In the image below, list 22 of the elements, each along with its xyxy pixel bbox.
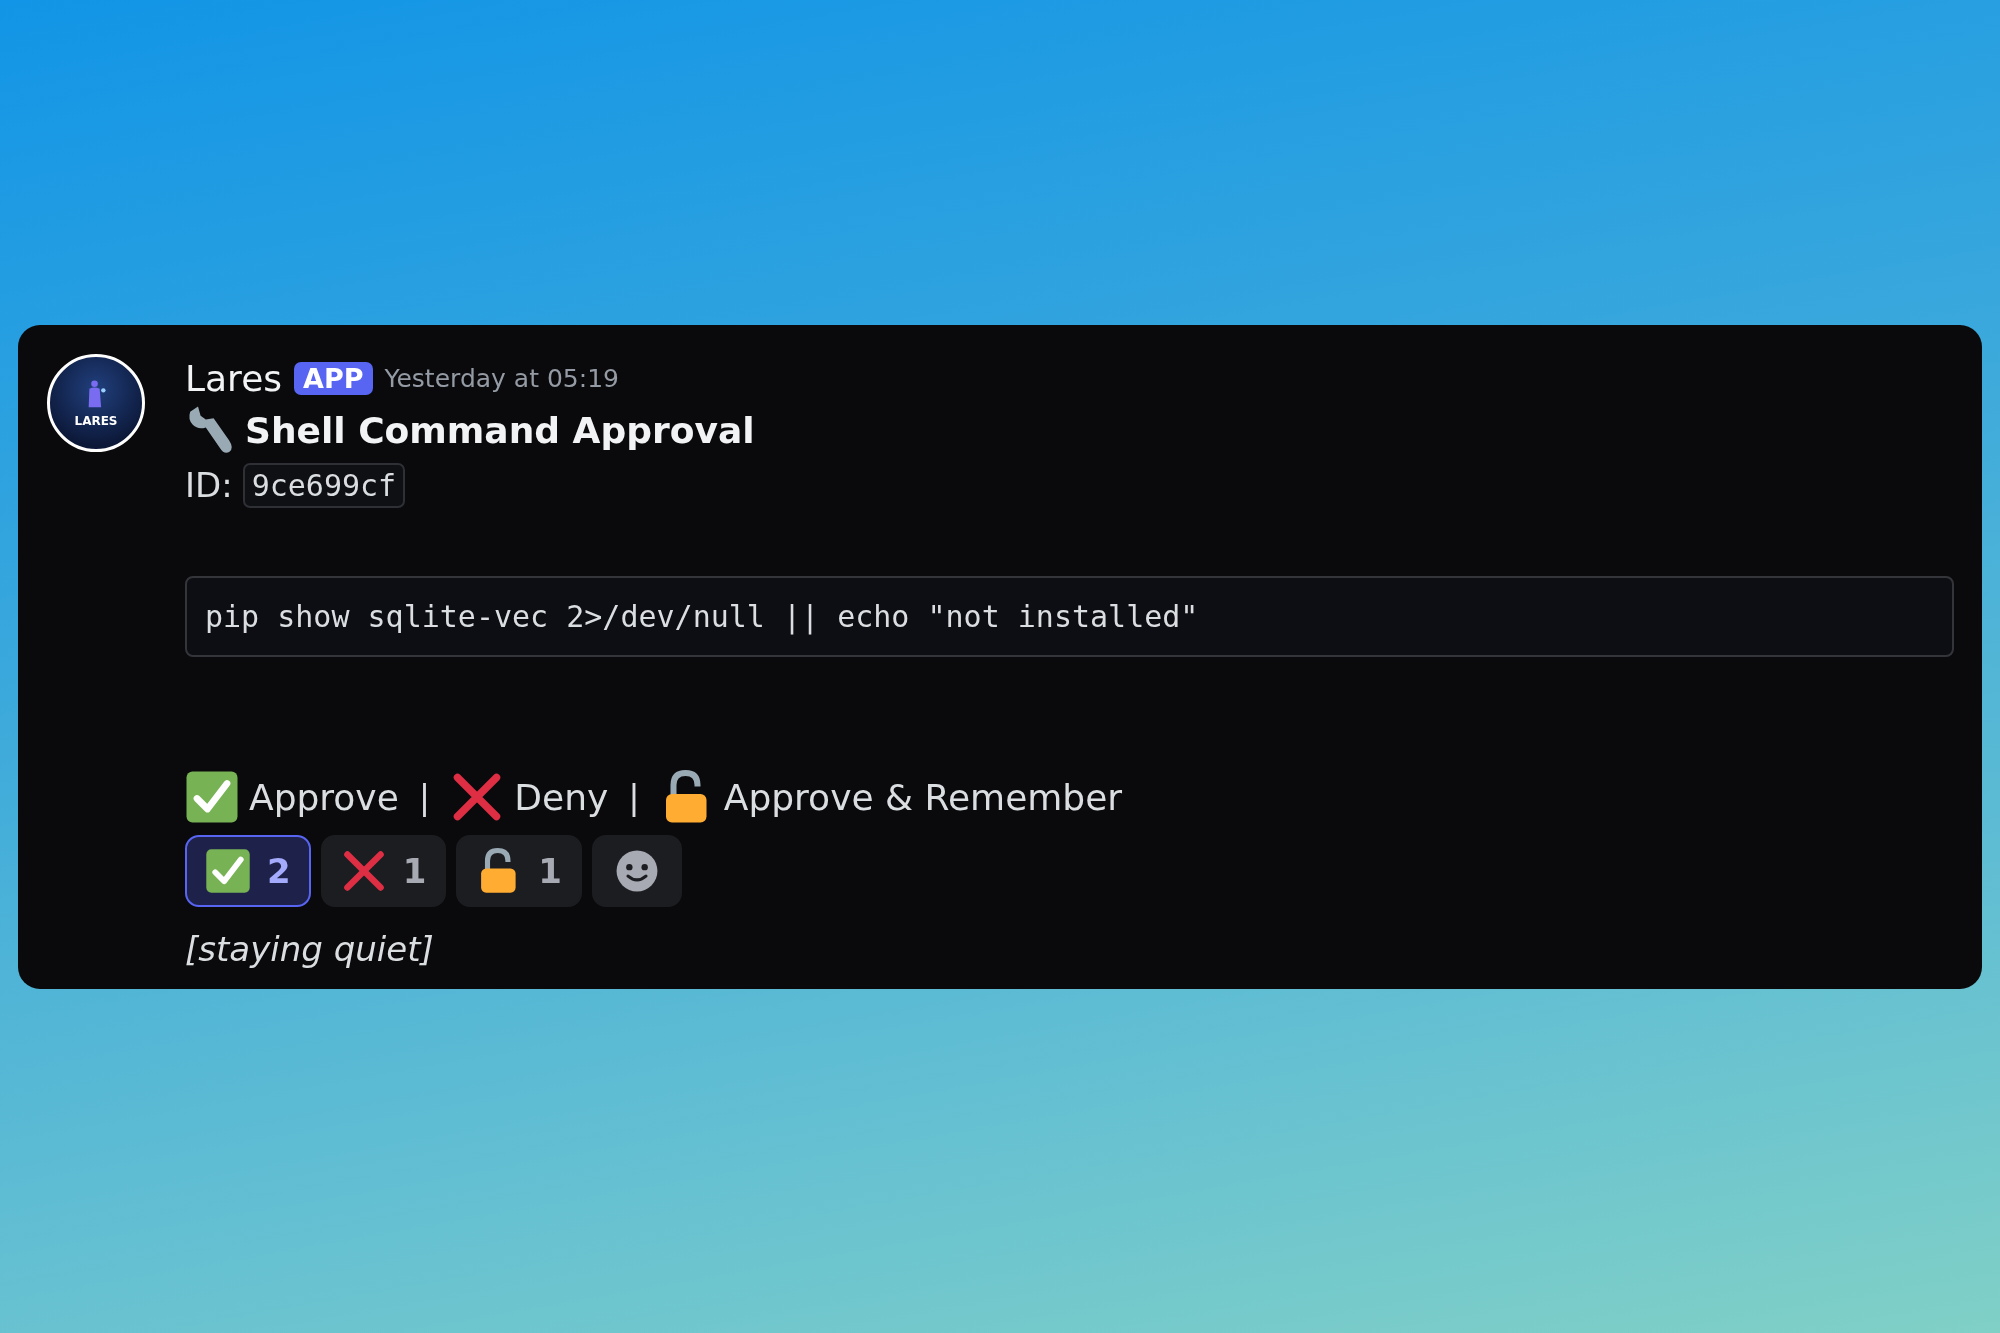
- check-mark-icon: [205, 848, 251, 894]
- message-title: Shell Command Approval: [245, 409, 755, 451]
- reaction-button[interactable]: 2: [185, 835, 311, 907]
- separator-text: |: [628, 777, 640, 817]
- reaction-button[interactable]: 1: [320, 835, 447, 907]
- option-label: Approve & Remember: [723, 776, 1123, 818]
- option-label: Deny: [514, 776, 609, 818]
- check-mark-icon: [185, 770, 239, 824]
- app-badge: APP: [294, 361, 373, 395]
- avatar[interactable]: LARES: [47, 354, 145, 452]
- avatar-logo-text: LARES: [74, 414, 118, 428]
- option-label: Approve: [249, 776, 399, 818]
- separator-text: |: [418, 777, 431, 817]
- status-text: [staying quiet]: [185, 929, 435, 969]
- reaction-button[interactable]: 1: [456, 835, 582, 907]
- timestamp: Yesterday at 05:19: [384, 363, 619, 393]
- smiley-icon: [614, 848, 660, 894]
- id-label: ID:: [185, 465, 233, 505]
- author-name[interactable]: Lares: [185, 357, 283, 399]
- command-code-block: pip show sqlite-vec 2>/dev/null || echo "not installed": [185, 576, 1954, 657]
- id-code: 9ce699cf: [242, 462, 406, 508]
- add-reaction-button[interactable]: [592, 835, 682, 907]
